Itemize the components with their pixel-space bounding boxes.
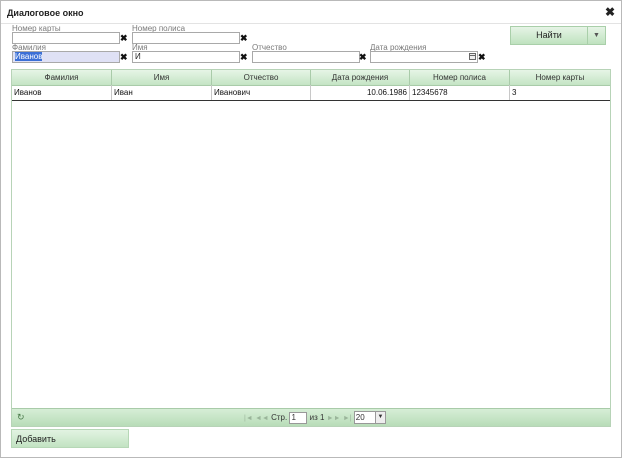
- cell-name: Иван: [112, 85, 212, 100]
- page-size-select[interactable]: 20: [353, 411, 376, 425]
- cell-card-number: 3: [512, 88, 517, 97]
- add-button[interactable]: Добавить: [11, 429, 129, 448]
- page-count-label: из 1: [309, 413, 325, 422]
- table-row[interactable]: Иванов Иван Иванович 10.06.1986 12345678…: [12, 85, 610, 101]
- find-button[interactable]: Найти: [510, 26, 588, 45]
- results-grid: Фамилия Имя Отчество Дата рождения Номер…: [11, 69, 611, 427]
- cell-surname: Иванов: [12, 85, 112, 100]
- cell-birth-date: 10.06.1986: [311, 85, 410, 100]
- last-page-icon[interactable]: ►|: [343, 415, 352, 422]
- find-options-dropdown[interactable]: ▼: [587, 26, 606, 45]
- next-page-icon[interactable]: ►►: [327, 415, 341, 422]
- grid-header: Фамилия Имя Отчество Дата рождения Номер…: [12, 70, 610, 86]
- policy-number-input[interactable]: [132, 32, 240, 44]
- column-header-patronymic[interactable]: Отчество: [212, 70, 311, 85]
- column-header-card-number[interactable]: Номер карты: [510, 70, 610, 85]
- cell-policy-number: 12345678: [410, 85, 510, 100]
- column-header-name[interactable]: Имя: [112, 70, 212, 85]
- column-header-birth-date[interactable]: Дата рождения: [311, 70, 410, 85]
- calendar-icon[interactable]: [469, 53, 476, 60]
- surname-input[interactable]: Иванов: [12, 51, 120, 63]
- chevron-down-icon: ▼: [593, 32, 600, 39]
- column-header-surname[interactable]: Фамилия: [12, 70, 112, 85]
- refresh-icon[interactable]: ↻: [17, 412, 25, 423]
- name-input[interactable]: И: [132, 51, 240, 63]
- prev-page-icon[interactable]: ◄◄: [255, 415, 269, 422]
- close-icon[interactable]: ✖: [605, 5, 615, 19]
- first-page-icon[interactable]: |◄: [244, 415, 253, 422]
- chevron-down-icon[interactable]: ▼: [375, 411, 387, 425]
- dialog-window: Диалоговое окно ✖ Номер карты ✖ Номер по…: [0, 0, 622, 458]
- column-header-policy-number[interactable]: Номер полиса: [410, 70, 510, 85]
- page-number-input[interactable]: 1: [289, 411, 308, 424]
- surname-value: Иванов: [15, 52, 43, 61]
- clear-birth-date-icon[interactable]: ✖: [478, 52, 486, 62]
- page-label: Стр.: [271, 413, 288, 422]
- dialog-title: Диалоговое окно: [7, 8, 84, 18]
- pager-controls: |◄ ◄◄ Стр. 1 из 1 ►► ►| 20 ▼: [244, 409, 387, 426]
- clear-policy-number-icon[interactable]: ✖: [240, 33, 248, 43]
- grid-pager: ↻ |◄ ◄◄ Стр. 1 из 1 ►► ►| 20 ▼: [12, 408, 610, 426]
- dialog-titlebar: Диалоговое окно ✖: [1, 1, 621, 24]
- clear-surname-icon[interactable]: ✖: [120, 52, 128, 62]
- clear-card-number-icon[interactable]: ✖: [120, 33, 128, 43]
- patronymic-input[interactable]: [252, 51, 360, 63]
- birth-date-input[interactable]: [370, 51, 478, 63]
- clear-patronymic-icon[interactable]: ✖: [359, 52, 367, 62]
- cell-patronymic: Иванович: [212, 85, 311, 100]
- clear-name-icon[interactable]: ✖: [240, 52, 248, 62]
